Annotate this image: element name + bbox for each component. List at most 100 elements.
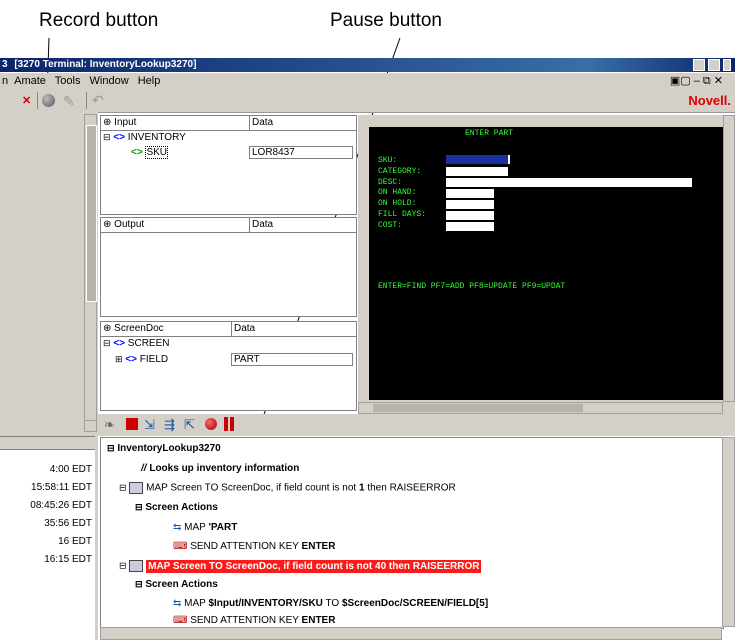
terminal-label-category: CATEGORY: [378, 166, 422, 176]
history-item[interactable]: 15:58:11 EDT [30, 479, 92, 497]
step-out-icon[interactable]: ⇱ [184, 417, 195, 433]
input-data-column-header: Data [249, 116, 273, 130]
map-action-1[interactable]: ⊟ MAP Screen TO ScreenDoc, if field coun… [119, 482, 456, 494]
terminal-label-fill-days: FILL DAYS: [378, 209, 427, 219]
screendoc-panel-header: ⊕ ScreenDoc Data [101, 322, 356, 337]
comment-action[interactable]: // Looks up inventory information [141, 463, 299, 474]
record-icon[interactable] [205, 418, 217, 430]
stop-icon[interactable]: ✕ [22, 94, 31, 107]
output-data-column-header: Data [249, 218, 273, 232]
close-icon[interactable] [723, 59, 731, 71]
input-child-label: SKU [145, 146, 169, 159]
terminal-label-desc: DESC: [378, 177, 403, 187]
novell-logo: Novell. [688, 93, 731, 108]
terminal-horizontal-scrollbar[interactable] [358, 402, 723, 414]
step-over-icon[interactable]: ⇶ [164, 417, 175, 433]
map-screen-icon [129, 482, 144, 494]
window-title-prefix: 3 [2, 59, 8, 70]
expand-icon[interactable]: ⊕ [103, 117, 111, 128]
minimize-icon[interactable] [693, 59, 706, 71]
toolbar-divider-2 [86, 92, 87, 109]
terminal-label-on-hand: ON HAND: [378, 188, 417, 198]
menu-bar: n Amate Tools Window Help ▣▢ ‒ ⧉ ✕ [0, 73, 735, 90]
window-title: [3270 Terminal: InventoryLookup3270] [14, 59, 197, 70]
send-key-action-1[interactable]: ⌨ SEND ATTENTION KEY ENTER [173, 541, 335, 552]
on-hold-field[interactable] [446, 200, 494, 209]
send-key-action-2[interactable]: ⌨ SEND ATTENTION KEY ENTER [173, 615, 335, 626]
history-item[interactable]: 4:00 EDT [30, 461, 92, 479]
wand-icon[interactable]: ✎ [63, 93, 75, 110]
category-field[interactable] [446, 167, 508, 176]
menu-item-window[interactable]: Window [90, 75, 129, 87]
input-panel: ⊕ Input Data ⊟ <> INVENTORY <> SKU LOR84… [100, 115, 357, 215]
terminal-vertical-scrollbar[interactable] [723, 115, 735, 402]
element-icon: <> [113, 338, 126, 349]
expand-icon[interactable]: ⊕ [103, 323, 111, 334]
cost-field[interactable] [446, 222, 494, 231]
undo-icon[interactable]: ↶ [92, 92, 104, 109]
history-item[interactable]: 16 EDT [30, 533, 92, 551]
element-icon: <> [125, 354, 138, 365]
action-toolbar: ❧ ⇲ ⇶ ⇱ [98, 414, 735, 436]
wand-icon[interactable]: ❧ [104, 417, 115, 433]
terminal-label-cost: COST: [378, 220, 403, 230]
comment-text: Looks up inventory information [149, 463, 300, 474]
element-icon: <> [131, 147, 143, 158]
output-panel: ⊕ Output Data [100, 217, 357, 317]
toolbar: ✕ ✎ ↶ Novell. [0, 90, 735, 113]
stop-button-icon[interactable] [126, 418, 138, 430]
input-root-node[interactable]: ⊟ <> INVENTORY [103, 132, 186, 143]
input-child-node[interactable]: <> SKU [131, 146, 169, 159]
history-item[interactable]: 35:56 EDT [30, 515, 92, 533]
field-value-cell[interactable]: PART [231, 353, 353, 366]
history-item[interactable]: 08:45:26 EDT [30, 497, 92, 515]
action-tree-vertical-scrollbar[interactable] [722, 437, 735, 627]
input-panel-header: ⊕ Input Data [101, 116, 356, 131]
pause-button-icon-bar[interactable] [230, 417, 234, 431]
action-tree-pane: ⊟ InventoryLookup3270 // Looks up invent… [100, 437, 724, 629]
action-tree-horizontal-scrollbar[interactable] [100, 627, 722, 640]
sku-value-cell[interactable]: LOR8437 [249, 146, 353, 159]
action-root-label: InventoryLookup3270 [117, 443, 221, 454]
screendoc-data-column-header: Data [231, 322, 255, 336]
screen-actions-2[interactable]: ⊟ Screen Actions [135, 579, 218, 590]
comment-icon: // [141, 463, 147, 474]
left-pane-scrollbar[interactable] [84, 114, 97, 432]
terminal-label-sku: SKU: [378, 156, 398, 165]
input-root-label: INVENTORY [127, 132, 186, 143]
map-sku-action[interactable]: ⇆ MAP $Input/INVENTORY/SKU TO $ScreenDoc… [173, 598, 488, 609]
screen-actions-1[interactable]: ⊟ Screen Actions [135, 502, 218, 513]
action-root[interactable]: ⊟ InventoryLookup3270 [107, 443, 221, 454]
screendoc-child-node[interactable]: ⊞ <> FIELD [115, 354, 168, 365]
mdi-controls[interactable]: ▣▢ ‒ ⧉ ✕ [670, 73, 723, 90]
left-scroll-down[interactable] [84, 420, 97, 432]
key-icon: ⌨ [173, 541, 188, 552]
terminal-label-on-hold: ON HOLD: [378, 199, 417, 209]
on-hand-field[interactable] [446, 189, 494, 198]
maximize-icon[interactable] [708, 59, 721, 71]
screendoc-root-node[interactable]: ⊟ <> SCREEN [103, 338, 169, 349]
map-icon: ⇆ [173, 522, 182, 533]
history-header [0, 437, 95, 450]
map-screen-icon [129, 560, 144, 572]
desc-field[interactable] [446, 178, 692, 187]
expand-icon[interactable]: ⊕ [103, 219, 111, 230]
map-icon: ⇆ [173, 598, 182, 609]
menu-item-tools[interactable]: Tools [55, 75, 81, 87]
menu-item-help[interactable]: Help [138, 75, 161, 87]
key-icon: ⌨ [173, 615, 188, 626]
sku-field[interactable] [446, 155, 510, 164]
record-button-icon[interactable] [42, 94, 55, 107]
history-item[interactable]: 16:15 EDT [30, 551, 92, 569]
terminal-screen[interactable]: ENTER PART SKU: CATEGORY: DESC: ON HAND:… [369, 127, 723, 400]
menu-item-automate[interactable]: mate [21, 75, 45, 87]
element-icon: <> [113, 132, 126, 143]
output-column-header: Output [114, 219, 145, 230]
map-part-action[interactable]: ⇆ MAP 'PART [173, 522, 237, 533]
toolbar-divider [37, 92, 38, 109]
map-action-2[interactable]: ⊟ MAP Screen TO ScreenDoc, if field coun… [119, 559, 482, 573]
menu-item-n[interactable]: n [2, 75, 8, 87]
step-into-icon[interactable]: ⇲ [144, 417, 155, 433]
fill-days-field[interactable] [446, 211, 494, 220]
pause-button-icon[interactable] [224, 417, 228, 431]
